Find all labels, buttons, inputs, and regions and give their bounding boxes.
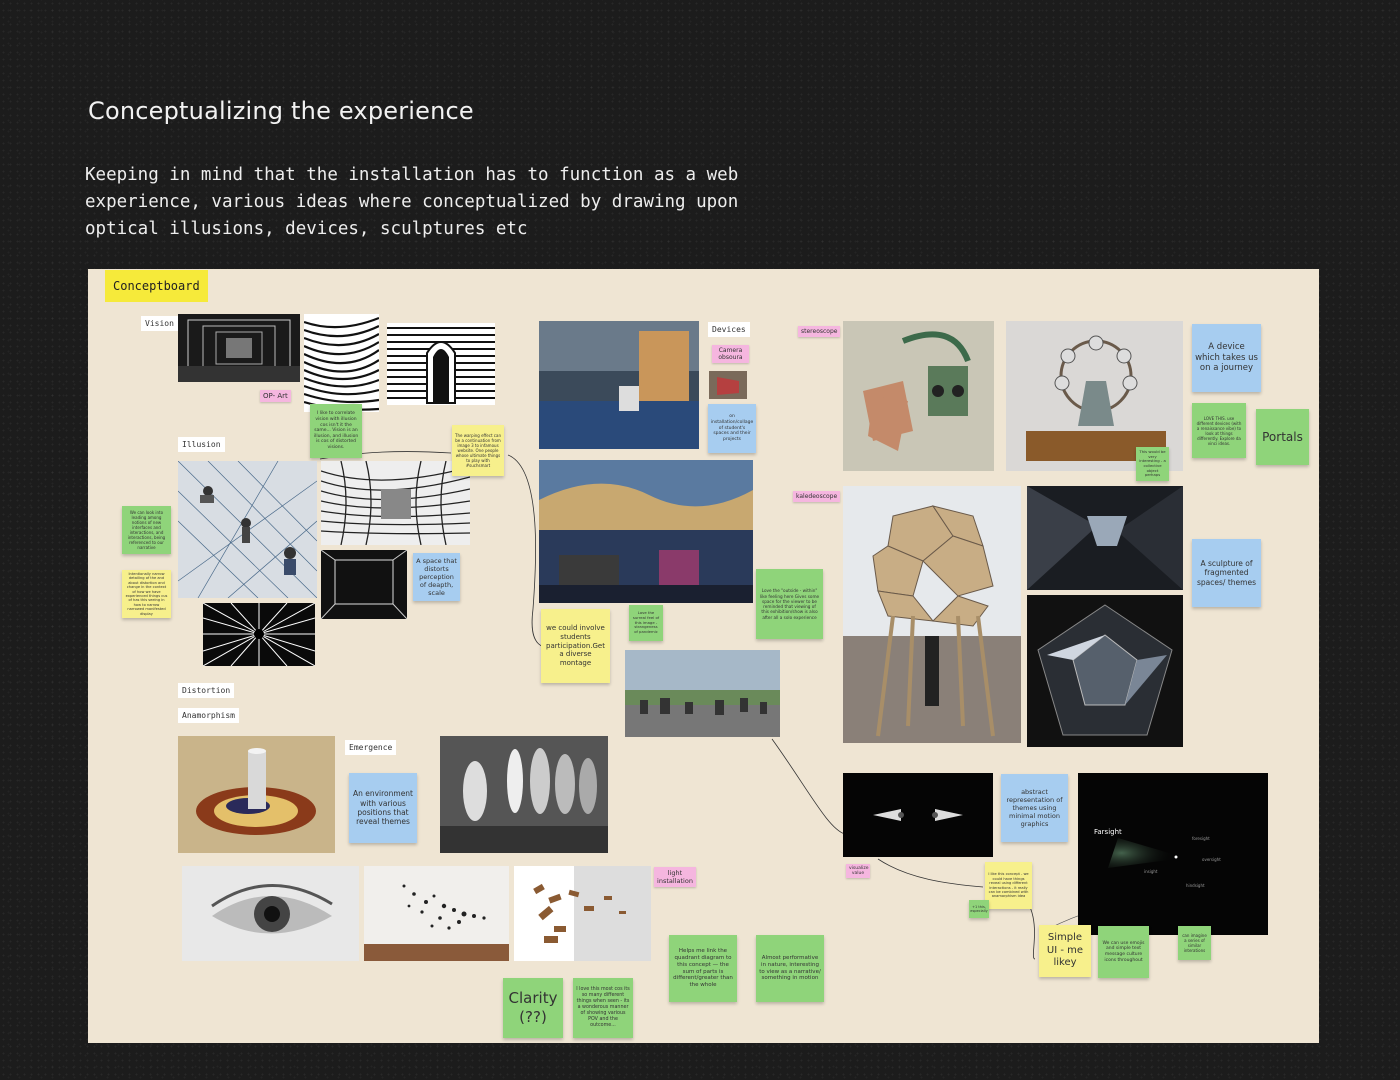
note-one-concept: I like this concept - we could have thin… [985,862,1032,909]
note-camera-obscura: on installation/collage of student's spa… [708,404,756,453]
note-abstract: abstract representation of themes using … [1001,774,1068,842]
emergence-image-faces [440,736,608,853]
note-plus-one: +1 this, especially [969,900,989,918]
note-simple-ui: Simple UI - me likey [1039,925,1091,977]
farsight-oversight: oversight [1202,857,1221,862]
note-quadrant: Helps me link the quadrant diagram to th… [669,935,737,1002]
device-image-bedroom [539,321,699,449]
note-space-distorts: A space that distorts perception of deap… [413,553,460,601]
intro-paragraph: Keeping in mind that the installation ha… [85,165,739,239]
note-series: can imagine a series of similar interati… [1178,926,1211,960]
device-image-camera-box [709,371,747,399]
note-warping: The warping effect can be a continuation… [452,425,504,476]
sculpture-image-interior-2 [1027,595,1183,747]
device-image-stereoscope [843,321,994,471]
label-vision: Vision [141,316,178,331]
page-title: Conceptualizing the experience [88,97,474,125]
label-illusion: Illusion [178,437,225,452]
note-illusion-yellow: Intentionally narrow detailing of the an… [122,570,171,618]
anamorphism-image-cylinder [178,736,335,853]
vision-image-op-tunnel [387,323,495,405]
vision-image-corridor [178,314,300,382]
motion-image-eyes [843,773,993,857]
device-image-camera-obscura-room [539,460,753,603]
note-environment: An environment with various positions th… [349,773,417,843]
sculpture-image-interior-1 [1027,486,1183,590]
tag-stereoscope: stereoscope [798,326,841,337]
note-clarity: Clarity (??) [503,978,563,1038]
label-devices: Devices [708,322,750,337]
illusion-image-people [178,461,317,598]
note-emojis: We can use emojis and simple text messag… [1098,926,1149,978]
note-sculpture: A sculpture of fragmented spaces/ themes [1192,539,1261,607]
note-love-this: LOVE THIS. use different devices (with a… [1192,403,1246,458]
farsight-title: Farsight [1094,828,1122,836]
label-emergence: Emergence [345,740,397,755]
tag-camera-obscura: Camera obsoura [712,345,749,363]
note-portals: Portals [1256,409,1309,465]
note-students: we could involve students participation.… [541,609,610,683]
note-device-journey: A device which takes us on a journey [1192,324,1261,392]
concept-board: Conceptboard Vision OP- Art I like to co… [88,269,1319,1043]
note-very-interesting: This would be very interesting - a colle… [1136,447,1169,481]
emergence-image-eye [182,866,359,961]
note-outside-within: Love the "outside - within" like feeling… [756,569,823,639]
illusion-image-warped-room [321,461,470,545]
label-anamorphism: Anamorphism [178,708,239,723]
tag-visualize-value: visualize value [846,864,870,878]
farsight-hindsight: hindsight [1186,883,1205,888]
sculpture-image-pavilion [843,486,1021,743]
note-performative: Almost performative in nature, interesti… [756,935,824,1002]
tag-kaleidoscope: kaledeoscope [793,491,841,502]
tag-light-installation: light installation [654,867,696,887]
emergence-image-birds [364,866,509,961]
emergence-image-sculpture [514,866,651,961]
farsight-foresight: foresight [1192,836,1210,841]
note-illusion-green: We can look into leading among notions o… [122,506,171,554]
illusion-image-starburst [203,603,315,666]
motion-image-farsight: Farsight foresight oversight insight hin… [1078,773,1268,935]
device-image-crowd [625,650,780,737]
vision-image-op-face [304,314,379,412]
label-distortion: Distortion [178,683,235,698]
farsight-insight: insight [1144,869,1158,874]
illusion-image-light-box [321,550,407,619]
note-op-art: I like to correlate vision with illusion… [310,404,362,458]
note-love-this-most: I love this most cos its so many differe… [573,978,633,1038]
tag-op-art: OP- Art [260,390,291,402]
board-title: Conceptboard [105,270,208,302]
note-surreal: Love the surreal feel of this image - st… [629,605,663,641]
